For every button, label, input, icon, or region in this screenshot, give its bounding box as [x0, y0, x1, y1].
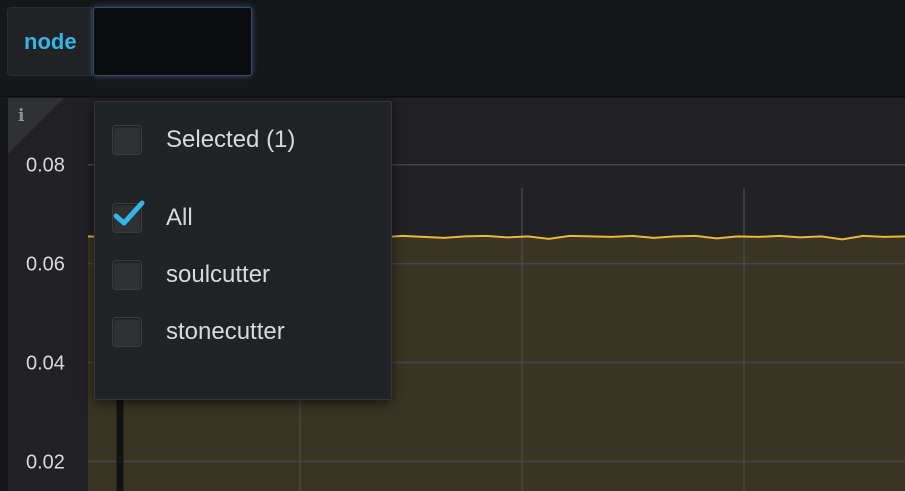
- variable-options-dropdown: Selected (1) All soulcutter stonecutter: [94, 101, 392, 400]
- option-stonecutter[interactable]: stonecutter: [95, 312, 391, 352]
- option-label: All: [166, 204, 193, 231]
- selected-checkbox[interactable]: [112, 125, 142, 155]
- option-all[interactable]: All: [95, 198, 391, 238]
- y-tick-label: 0.06: [26, 254, 65, 276]
- panel-info-corner[interactable]: [8, 98, 64, 154]
- option-selected[interactable]: Selected (1): [95, 120, 391, 160]
- info-icon[interactable]: i: [18, 106, 24, 126]
- y-tick-label: 0.08: [26, 155, 65, 177]
- option-soulcutter[interactable]: soulcutter: [95, 255, 391, 295]
- option-label: stonecutter: [166, 318, 285, 345]
- soulcutter-checkbox[interactable]: [112, 260, 142, 290]
- y-tick-label: 0.02: [26, 451, 65, 473]
- node-variable-input[interactable]: [93, 7, 252, 76]
- option-label: soulcutter: [166, 261, 271, 288]
- stonecutter-checkbox[interactable]: [112, 317, 142, 347]
- checkmark-icon: [113, 200, 145, 226]
- variable-bar: node: [0, 0, 905, 97]
- variable-label: node: [7, 7, 92, 76]
- y-tick-label: 0.04: [26, 352, 65, 374]
- all-checkbox[interactable]: [112, 200, 145, 233]
- option-label: Selected (1): [166, 126, 296, 153]
